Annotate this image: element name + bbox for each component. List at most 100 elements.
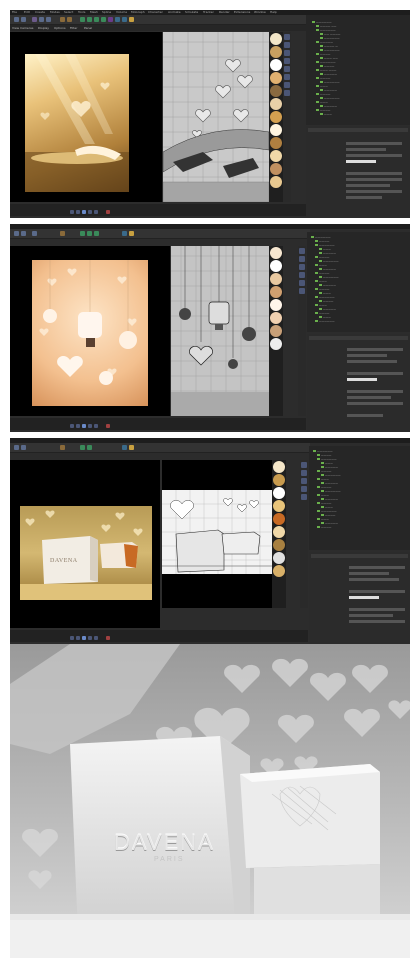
tab-view-cameras[interactable]: View Cameras [12, 25, 33, 31]
cube-icon[interactable] [80, 16, 85, 22]
first-frame-icon[interactable] [70, 424, 74, 428]
redo-icon[interactable] [21, 230, 26, 236]
attribute-field[interactable] [346, 142, 402, 145]
attribute-field[interactable] [347, 354, 387, 357]
last-frame-icon[interactable] [94, 210, 98, 214]
material-swatch[interactable] [273, 526, 285, 538]
camera-icon[interactable] [122, 16, 127, 22]
attribute-field[interactable] [347, 402, 403, 405]
layout-icon[interactable] [301, 470, 307, 476]
attribute-field[interactable] [347, 390, 403, 393]
render-viewport[interactable]: DAVENA [10, 460, 160, 628]
layout-icon[interactable] [299, 280, 305, 286]
attribute-color[interactable] [347, 378, 377, 381]
undo-icon[interactable] [14, 16, 19, 22]
layout-icon[interactable] [284, 50, 290, 56]
material-swatch[interactable] [270, 85, 282, 97]
attribute-field[interactable] [346, 178, 402, 181]
material-swatch[interactable] [270, 299, 282, 311]
material-swatch[interactable] [270, 247, 282, 259]
perspective-viewport[interactable] [171, 246, 269, 416]
prev-frame-icon[interactable] [76, 636, 80, 640]
pen-icon[interactable] [87, 444, 92, 450]
tab-display[interactable]: Display [38, 25, 49, 31]
attribute-field[interactable] [349, 578, 399, 581]
attribute-field[interactable] [346, 172, 402, 175]
floor-icon[interactable] [115, 16, 120, 22]
undo-icon[interactable] [14, 444, 19, 450]
attribute-field[interactable] [347, 396, 391, 399]
camera-icon[interactable] [122, 230, 127, 236]
layout-icon[interactable] [284, 58, 290, 64]
material-swatch[interactable] [273, 565, 285, 577]
pen-icon[interactable] [87, 230, 92, 236]
move-icon[interactable] [32, 230, 37, 236]
timeline[interactable] [10, 630, 308, 642]
material-swatch[interactable] [273, 539, 285, 551]
attribute-field[interactable] [346, 154, 402, 157]
render-view-icon[interactable] [60, 16, 65, 22]
render-picture-icon[interactable] [67, 16, 72, 22]
record-icon[interactable] [106, 636, 110, 640]
cube-icon[interactable] [80, 230, 85, 236]
layout-icon[interactable] [299, 272, 305, 278]
pen-icon[interactable] [87, 16, 92, 22]
prev-frame-icon[interactable] [76, 210, 80, 214]
redo-icon[interactable] [21, 444, 26, 450]
attribute-field[interactable] [346, 184, 390, 187]
material-swatch[interactable] [270, 273, 282, 285]
material-swatch[interactable] [270, 176, 282, 188]
layout-icon[interactable] [284, 82, 290, 88]
attribute-color[interactable] [349, 596, 379, 599]
material-swatch[interactable] [270, 137, 282, 149]
attribute-field[interactable] [349, 590, 405, 593]
layout-icon[interactable] [299, 288, 305, 294]
record-icon[interactable] [106, 424, 110, 428]
last-frame-icon[interactable] [94, 424, 98, 428]
material-swatch[interactable] [270, 46, 282, 58]
rotate-icon[interactable] [46, 16, 51, 22]
deformer-icon[interactable] [108, 16, 113, 22]
cube-icon[interactable] [80, 444, 85, 450]
tab-panel[interactable]: Panel [84, 25, 92, 31]
layout-icon[interactable] [301, 494, 307, 500]
play-icon[interactable] [82, 636, 86, 640]
undo-icon[interactable] [14, 230, 19, 236]
subdivision-icon[interactable] [94, 16, 99, 22]
layout-icon[interactable] [284, 74, 290, 80]
attribute-field[interactable] [347, 360, 397, 363]
material-swatch[interactable] [270, 286, 282, 298]
cloner-icon[interactable] [101, 16, 106, 22]
attribute-field[interactable] [346, 196, 382, 199]
attribute-field[interactable] [347, 372, 403, 375]
material-swatch[interactable] [273, 461, 285, 473]
material-swatch[interactable] [270, 111, 282, 123]
light-icon[interactable] [129, 444, 134, 450]
material-swatch[interactable] [270, 260, 282, 272]
tab-options[interactable]: Options [54, 25, 66, 31]
layout-icon[interactable] [284, 90, 290, 96]
material-swatch[interactable] [273, 500, 285, 512]
material-swatch[interactable] [270, 98, 282, 110]
material-swatch[interactable] [270, 312, 282, 324]
attribute-field[interactable] [346, 190, 402, 193]
layout-icon[interactable] [284, 42, 290, 48]
perspective-viewport[interactable] [163, 32, 269, 202]
material-swatch[interactable] [270, 163, 282, 175]
attribute-field[interactable] [347, 414, 383, 417]
play-icon[interactable] [82, 210, 86, 214]
material-swatch[interactable] [270, 325, 282, 337]
layout-icon[interactable] [301, 486, 307, 492]
light-icon[interactable] [129, 230, 134, 236]
layout-icon[interactable] [299, 248, 305, 254]
material-swatch[interactable] [270, 59, 282, 71]
attribute-field[interactable] [346, 148, 386, 151]
attribute-field[interactable] [349, 608, 405, 611]
perspective-viewport[interactable] [162, 460, 272, 608]
material-swatch[interactable] [270, 150, 282, 162]
material-swatch[interactable] [273, 513, 285, 525]
layout-icon[interactable] [284, 34, 290, 40]
last-frame-icon[interactable] [94, 636, 98, 640]
layout-icon[interactable] [301, 462, 307, 468]
attribute-color[interactable] [346, 160, 376, 163]
